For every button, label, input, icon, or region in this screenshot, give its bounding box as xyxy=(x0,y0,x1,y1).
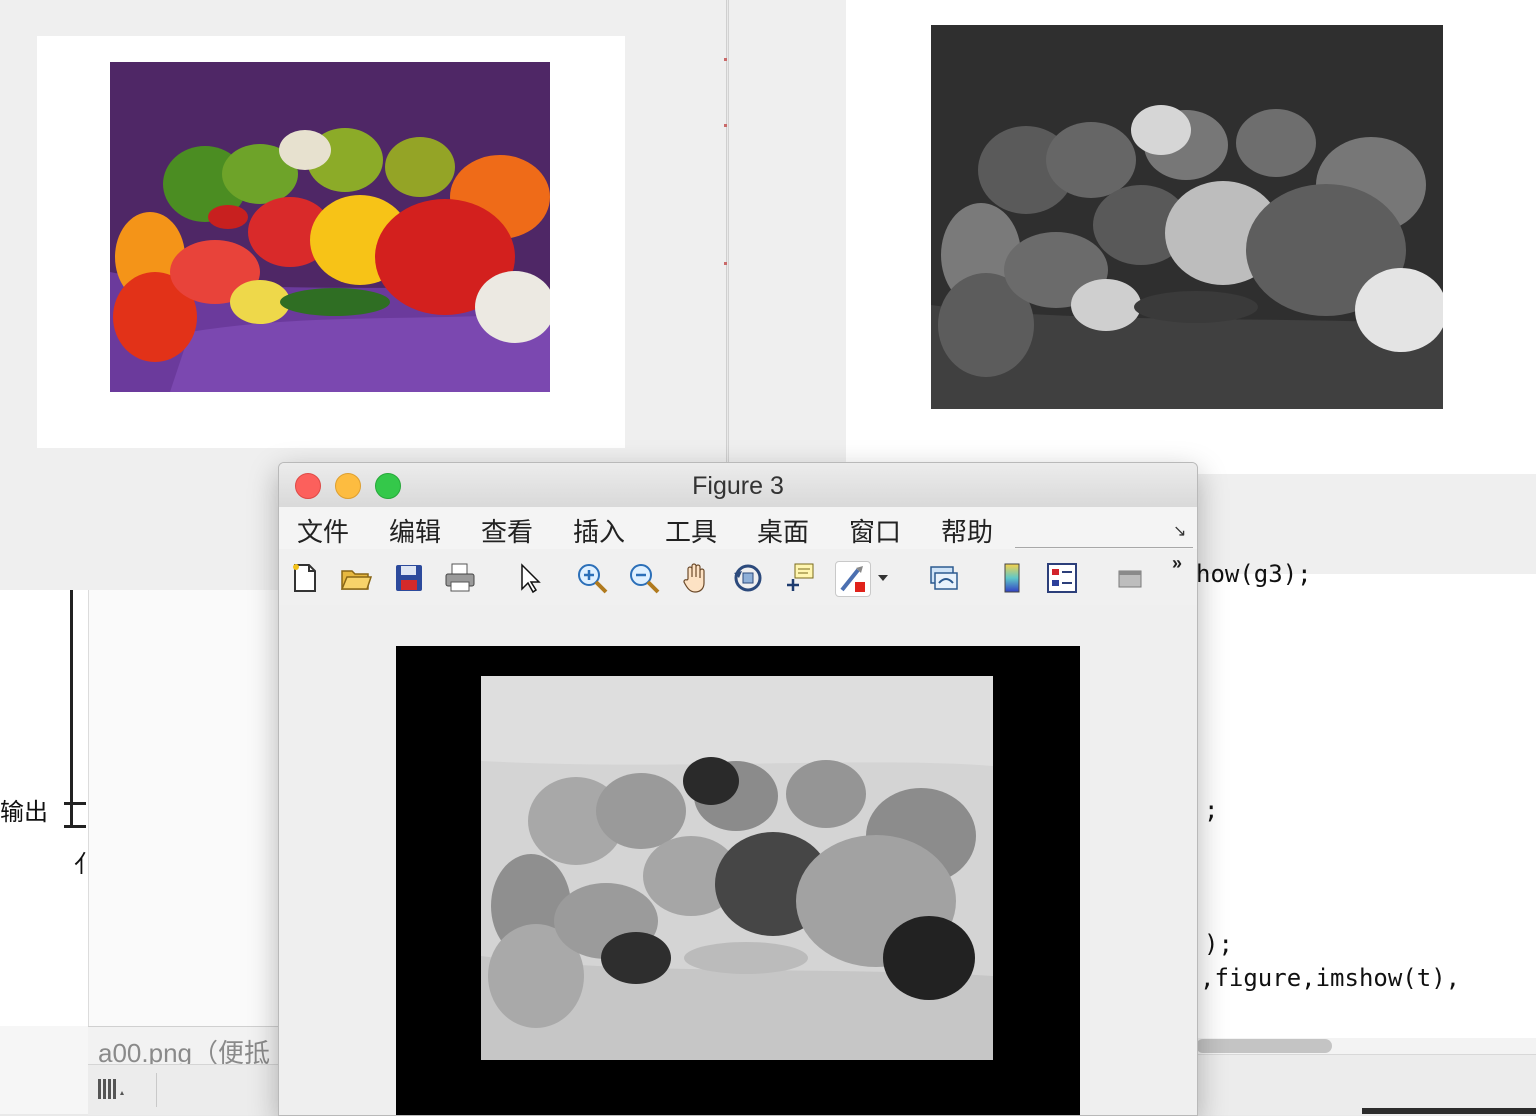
menu-divider xyxy=(1015,547,1193,548)
menu-tools[interactable]: 工具 xyxy=(665,512,717,549)
thumbnail-view-icon[interactable] xyxy=(96,1075,126,1103)
menu-file[interactable]: 文件 xyxy=(297,512,349,549)
document-status-bar: a00.png（便抵 xyxy=(88,1026,278,1068)
figure-3-window: Figure 3 文件 编辑 查看 插入 工具 桌面 窗口 帮助 ↘ » xyxy=(278,462,1198,1116)
figure-1-axes xyxy=(37,36,625,448)
figure-3-axes xyxy=(396,646,1080,1115)
colorbar-icon[interactable] xyxy=(995,561,1029,595)
open-file-icon[interactable] xyxy=(339,561,373,595)
document-toolbar xyxy=(88,1064,278,1115)
zoom-in-icon[interactable] xyxy=(575,561,609,595)
menu-insert[interactable]: 插入 xyxy=(573,512,625,549)
menu-help[interactable]: 帮助 xyxy=(941,512,993,549)
data-cursor-icon[interactable] xyxy=(783,561,817,595)
legend-icon[interactable] xyxy=(1045,561,1079,595)
title-bar[interactable]: Figure 3 xyxy=(279,463,1197,508)
diagram-tick xyxy=(64,802,86,805)
print-icon[interactable] xyxy=(443,561,477,595)
negative-peppers-image xyxy=(481,676,993,1060)
document-sidebar xyxy=(88,590,279,1026)
horizontal-scrollbar[interactable] xyxy=(1196,1038,1536,1054)
pan-hand-icon[interactable] xyxy=(679,561,713,595)
hide-plot-tools-icon[interactable] xyxy=(1113,561,1147,595)
figure-toolbar: » xyxy=(279,549,1197,606)
brush-icon[interactable] xyxy=(835,561,871,597)
document-text: 输出 xyxy=(0,798,48,826)
new-figure-icon[interactable] xyxy=(287,561,321,595)
menu-window[interactable]: 窗口 xyxy=(849,512,901,549)
color-peppers-image xyxy=(110,62,550,392)
diagram-line xyxy=(70,655,73,825)
code-line: ; xyxy=(1204,796,1219,824)
dock-strip xyxy=(1362,1108,1536,1114)
link-plot-icon[interactable] xyxy=(927,561,961,595)
code-line: ); xyxy=(1204,930,1233,958)
diagram-line xyxy=(70,590,73,655)
chevron-down-icon[interactable] xyxy=(875,561,891,595)
figure-3-canvas xyxy=(279,605,1197,1115)
figure-2-axes xyxy=(846,0,1536,474)
toolbar-overflow-button[interactable]: » xyxy=(1172,553,1182,574)
menu-bar: 文件 编辑 查看 插入 工具 桌面 窗口 帮助 ↘ xyxy=(279,507,1197,549)
code-line: ,figure,imshow(t), xyxy=(1200,964,1461,992)
scrollbar-thumb[interactable] xyxy=(1196,1039,1332,1053)
zoom-out-icon[interactable] xyxy=(627,561,661,595)
code-line: how(g3); xyxy=(1196,560,1312,588)
save-icon[interactable] xyxy=(392,561,426,595)
select-arrow-icon[interactable] xyxy=(513,561,547,595)
rotate-3d-icon[interactable] xyxy=(731,561,765,595)
code-editor-window: how(g3); ; ); ,figure,imshow(t), xyxy=(1196,560,1536,1115)
menu-edit[interactable]: 编辑 xyxy=(389,512,441,549)
toolbar-separator xyxy=(156,1073,157,1107)
menu-desktop[interactable]: 桌面 xyxy=(757,512,809,549)
window-title: Figure 3 xyxy=(692,472,784,500)
diagram-tick xyxy=(64,825,86,828)
dock-arrow-icon[interactable]: ↘ xyxy=(1173,521,1186,541)
grayscale-peppers-image xyxy=(931,25,1443,409)
menu-view[interactable]: 查看 xyxy=(481,512,533,549)
document-viewer-window: 输出 亻 a00.png（便抵 xyxy=(0,590,279,1115)
editor-bottom-bar xyxy=(1196,1054,1536,1115)
